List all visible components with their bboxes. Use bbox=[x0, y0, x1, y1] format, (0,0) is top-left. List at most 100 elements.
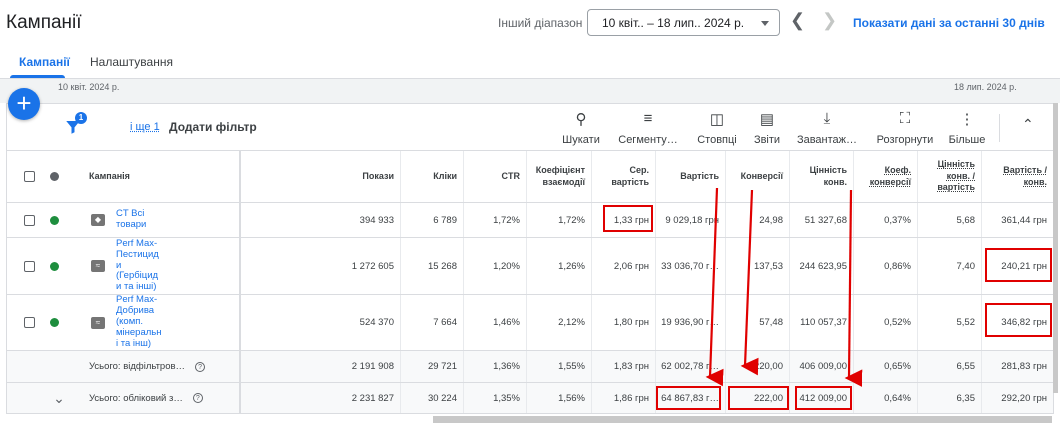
cell-conv-value: 110 057,37 bbox=[790, 295, 854, 350]
cell-value-per-cost: 5,68 bbox=[918, 203, 982, 237]
cell-impressions: 2 191 908 bbox=[336, 351, 401, 382]
download-tool[interactable]: ⤓ Завантаж… bbox=[795, 110, 859, 146]
help-icon[interactable]: ? bbox=[195, 361, 206, 372]
cell-conv-value: 51 327,68 bbox=[790, 203, 854, 237]
cell-ctr: 1,35% bbox=[464, 383, 527, 413]
cell-avg-cost: 1,80 грн bbox=[592, 295, 656, 350]
header-ctr[interactable]: CTR bbox=[464, 151, 527, 202]
cell-conv-rate: 0,64% bbox=[854, 383, 918, 413]
total-label: Усього: обліковий з… bbox=[89, 392, 183, 404]
cell-ctr: 1,46% bbox=[464, 295, 527, 350]
cell-ctr: 1,72% bbox=[464, 203, 527, 237]
timeline-chart-area bbox=[0, 79, 1060, 103]
cell-clicks: 7 664 bbox=[401, 295, 464, 350]
header-campaign[interactable]: Кампанія bbox=[89, 151, 241, 202]
campaign-link[interactable]: Perf Max-Пестицид и (Гербіцид и та інші) bbox=[116, 238, 166, 294]
more-tool[interactable]: ⋮ Більше bbox=[945, 110, 989, 146]
more-filters-link[interactable]: і ще 1 bbox=[130, 121, 160, 133]
segment-tool[interactable]: ≡ Сегменту… bbox=[613, 110, 683, 146]
cell-clicks: 15 268 bbox=[401, 238, 464, 294]
cell-ctr: 1,20% bbox=[464, 238, 527, 294]
columns-tool[interactable]: ◫ Стовпці bbox=[695, 110, 739, 146]
cell-value-per-cost: 7,40 bbox=[918, 238, 982, 294]
header-cost-per-conv[interactable]: Вартість / конв. bbox=[982, 151, 1053, 202]
chevron-right-icon[interactable]: ❯ bbox=[822, 10, 837, 31]
cell-value-per-cost: 6,35 bbox=[918, 383, 982, 413]
reports-tool-label: Звіти bbox=[753, 134, 781, 146]
cell-impressions: 394 933 bbox=[336, 203, 401, 237]
select-all-checkbox[interactable] bbox=[23, 171, 35, 182]
horizontal-scrollbar[interactable] bbox=[433, 416, 1052, 423]
cell-clicks: 30 224 bbox=[401, 383, 464, 413]
table-header-row: Кампанія Покази Кліки CTR Коефіцієнт вза… bbox=[7, 150, 1053, 202]
cell-conv-rate: 0,37% bbox=[854, 203, 918, 237]
cell-ctr: 1,36% bbox=[464, 351, 527, 382]
page-title: Кампанії bbox=[6, 12, 82, 33]
add-campaign-button[interactable]: + bbox=[8, 88, 40, 120]
cell-cost: 19 936,90 г… bbox=[656, 295, 726, 350]
cell-avg-cost: 1,83 грн bbox=[592, 351, 656, 382]
tab-campaigns[interactable]: Кампанії bbox=[19, 55, 70, 69]
header-cost[interactable]: Вартість bbox=[656, 151, 726, 202]
header-avg-cost[interactable]: Сер. вартість bbox=[592, 151, 656, 202]
row-checkbox[interactable] bbox=[23, 317, 35, 328]
trend-icon: ≈ bbox=[91, 260, 105, 272]
status-header-icon bbox=[49, 172, 59, 181]
highlight-box bbox=[656, 386, 721, 410]
reports-icon: ▤ bbox=[759, 111, 775, 128]
shopping-tag-icon: ◆ bbox=[91, 214, 105, 226]
cell-conversions: 24,98 bbox=[726, 203, 790, 237]
total-row-account: ⌄ Усього: обліковий з… ? 2 231 827 30 22… bbox=[7, 382, 1053, 414]
timeline-end-date: 18 лип. 2024 р. bbox=[954, 82, 1017, 92]
reports-tool[interactable]: ▤ Звіти bbox=[749, 110, 785, 146]
expand-tool[interactable]: ⛶ Розгорнути bbox=[873, 110, 937, 146]
table-row: ≈ Perf Max-Пестицид и (Гербіцид и та інш… bbox=[7, 237, 1053, 294]
header-conv-value[interactable]: Цінність конв. bbox=[790, 151, 854, 202]
cell-interaction-rate: 1,26% bbox=[527, 238, 592, 294]
last-30-days-link[interactable]: Показати дані за останні 30 днів bbox=[853, 16, 1045, 30]
chevron-left-icon[interactable]: ❮ bbox=[790, 10, 805, 31]
row-checkbox[interactable] bbox=[23, 260, 35, 272]
campaigns-table: Кампанія Покази Кліки CTR Коефіцієнт вза… bbox=[6, 150, 1054, 414]
total-row-filtered: Усього: відфільтров… ? 2 191 908 29 721 … bbox=[7, 350, 1053, 382]
more-vert-icon: ⋮ bbox=[959, 111, 975, 128]
header-interaction-rate[interactable]: Коефіцієнт взаємодії bbox=[527, 151, 592, 202]
cell-clicks: 6 789 bbox=[401, 203, 464, 237]
cell-cost-per-conv: 281,83 грн bbox=[1001, 361, 1047, 372]
header-impressions[interactable]: Покази bbox=[336, 151, 401, 202]
collapse-toolbar-icon[interactable]: ⌃ bbox=[1022, 116, 1034, 133]
header-clicks[interactable]: Кліки bbox=[401, 151, 464, 202]
status-enabled-icon bbox=[49, 215, 59, 225]
cell-value-per-cost: 6,55 bbox=[918, 351, 982, 382]
table-row: ≈ Perf Max-Добрива (комп. мінеральн і та… bbox=[7, 294, 1053, 350]
status-enabled-icon bbox=[49, 318, 59, 327]
total-label: Усього: відфільтров… bbox=[89, 361, 186, 372]
row-checkbox[interactable] bbox=[23, 214, 35, 226]
campaign-link[interactable]: Perf Max-Добрива (комп. мінеральн і та і… bbox=[116, 294, 166, 350]
cell-conv-rate: 0,86% bbox=[854, 238, 918, 294]
cell-cost: 9 029,18 грн bbox=[656, 203, 726, 237]
add-filter-button[interactable]: Додати фільтр bbox=[169, 120, 257, 134]
date-range-value: 10 квіт.. – 18 лип.. 2024 р. bbox=[602, 16, 745, 30]
cell-conv-value: 406 009,00 bbox=[790, 351, 854, 382]
campaign-link[interactable]: CT Всі товари bbox=[116, 208, 164, 231]
header-value-per-cost[interactable]: Цінність конв. / вартість bbox=[918, 151, 982, 202]
columns-tool-label: Стовпці bbox=[697, 134, 737, 146]
cell-cost: 62 002,78 г… bbox=[656, 351, 726, 382]
cell-conversions: 137,53 bbox=[726, 238, 790, 294]
expand-tool-label: Розгорнути bbox=[876, 134, 934, 146]
help-icon[interactable]: ? bbox=[192, 393, 203, 403]
search-tool[interactable]: ⚲ Шукати bbox=[560, 110, 602, 146]
cell-conv-value: 244 623,95 bbox=[790, 238, 854, 294]
dropdown-caret-icon bbox=[761, 21, 769, 26]
cell-avg-cost: 1,86 грн bbox=[592, 383, 656, 413]
chevron-down-icon[interactable]: ⌄ bbox=[53, 390, 65, 407]
vertical-scrollbar[interactable] bbox=[1053, 103, 1058, 393]
segment-tool-label: Сегменту… bbox=[618, 134, 678, 146]
search-tool-label: Шукати bbox=[562, 134, 600, 146]
date-range-select[interactable]: 10 квіт.. – 18 лип.. 2024 р. bbox=[587, 9, 780, 36]
segment-icon: ≡ bbox=[643, 110, 653, 127]
header-conv-rate[interactable]: Коеф. конверсії bbox=[854, 151, 918, 202]
header-conversions[interactable]: Конверсії bbox=[726, 151, 790, 202]
tab-settings[interactable]: Налаштування bbox=[90, 55, 173, 69]
